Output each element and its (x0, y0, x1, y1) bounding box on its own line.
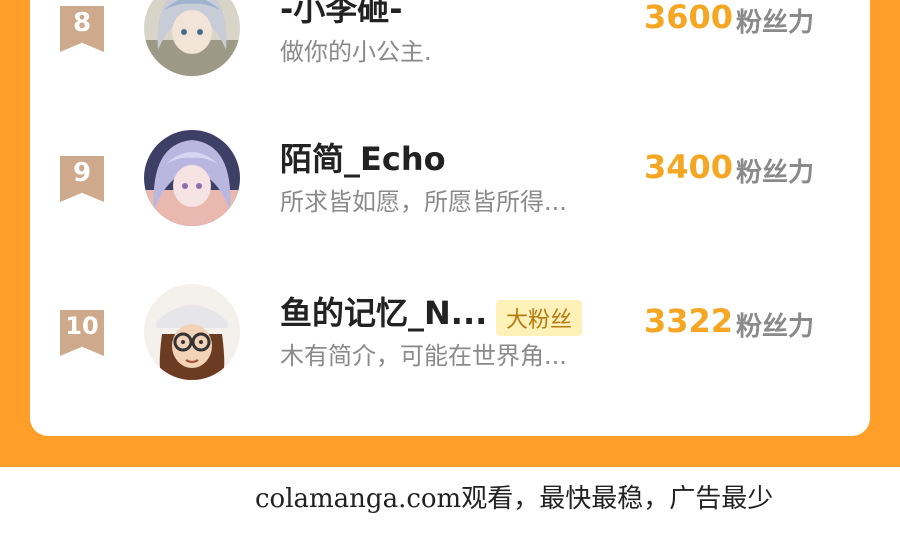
leaderboard-row[interactable]: 10 鱼的记忆_N... 大粉丝 木有简介，可能在世界角... 3322 粉丝力 (30, 284, 870, 440)
fan-score: 3600 (644, 0, 734, 36)
leaderboard-row[interactable]: 9 陌简_Echo 所求皆如愿，所愿皆所得... 3400 粉丝力 (30, 130, 870, 286)
avatar[interactable] (144, 0, 240, 76)
avatar-anime-lavender-hair-icon (144, 130, 240, 226)
fan-score: 3322 (644, 302, 734, 340)
user-name[interactable]: 鱼的记忆_N... (280, 288, 487, 334)
leaderboard-frame: 8 -小李砸- 做你的小公主. 3600 粉丝力 9 陌简_Echo 所求皆如愿… (0, 0, 900, 467)
avatar[interactable] (144, 130, 240, 226)
user-bio: 做你的小公主. (280, 38, 432, 66)
fan-score: 3400 (644, 148, 734, 186)
fan-score-unit: 粉丝力 (736, 8, 815, 38)
rank-badge: 8 (60, 6, 104, 52)
avatar[interactable] (144, 284, 240, 380)
user-name[interactable]: -小李砸- (280, 0, 403, 30)
fan-score-unit: 粉丝力 (736, 312, 815, 342)
avatar-girl-silver-hair-icon (144, 0, 240, 76)
site-footer-text: colamanga.com观看，最快最稳，广告最少 (255, 484, 774, 514)
user-bio: 木有简介，可能在世界角... (280, 342, 567, 370)
leaderboard-row[interactable]: 8 -小李砸- 做你的小公主. 3600 粉丝力 (30, 0, 870, 136)
rank-badge: 10 (60, 310, 104, 356)
avatar-glasses-cap-icon (144, 284, 240, 380)
user-bio: 所求皆如愿，所愿皆所得... (280, 188, 567, 216)
leaderboard-card: 8 -小李砸- 做你的小公主. 3600 粉丝力 9 陌简_Echo 所求皆如愿… (30, 0, 870, 436)
big-fan-tag: 大粉丝 (496, 300, 583, 336)
fan-score-unit: 粉丝力 (736, 158, 815, 188)
user-name[interactable]: 陌简_Echo (280, 134, 446, 180)
rank-badge: 9 (60, 156, 104, 202)
